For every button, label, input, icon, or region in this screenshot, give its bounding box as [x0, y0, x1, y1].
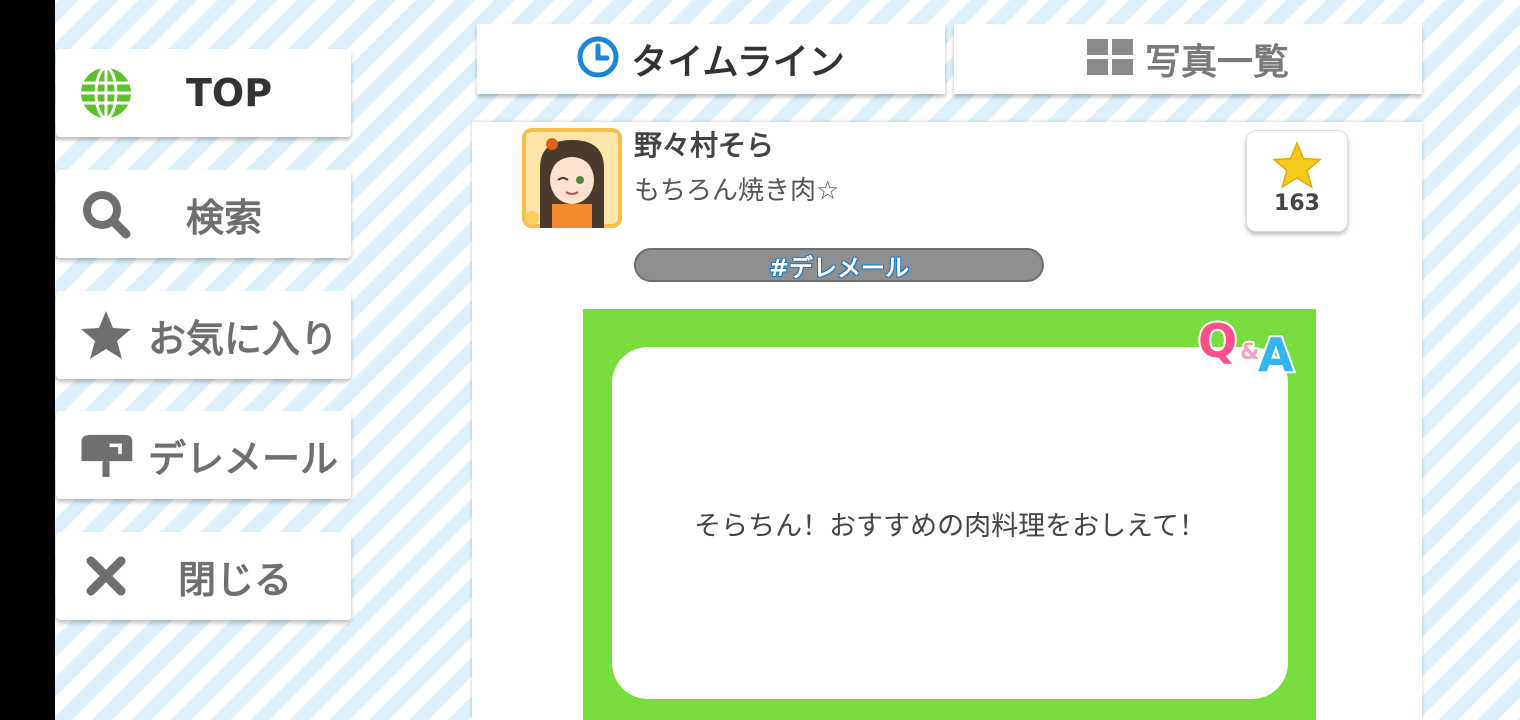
nav-search-button[interactable]: 検索 — [56, 170, 351, 258]
tab-timeline-label: タイムライン — [631, 42, 845, 83]
nav-deremail-label: デレメール — [148, 436, 339, 481]
nav-favorites-label: お気に入り — [148, 316, 339, 361]
avatar[interactable] — [522, 128, 622, 228]
qa-logo-a: A — [1258, 328, 1294, 377]
hashtag-tag[interactable]: #デレメール — [634, 248, 1044, 282]
star-icon — [78, 307, 134, 363]
grid-icon — [1086, 39, 1133, 79]
nav-search-label: 検索 — [186, 195, 263, 240]
timeline-post: 野々村そら もちろん焼き肉☆ 163 #デレメール そらちん！おすすめの肉料理を… — [472, 122, 1422, 720]
nav-top-label: TOP — [186, 71, 273, 115]
qa-card: そらちん！おすすめの肉料理をおしえて！ Q & A — [583, 309, 1316, 720]
clock-icon — [577, 36, 619, 82]
qa-logo: Q & A — [1196, 312, 1296, 377]
mailbox-icon — [78, 427, 134, 483]
nav-top-button[interactable]: TOP — [56, 49, 351, 137]
post-status-text: もちろん焼き肉☆ — [634, 176, 840, 206]
nav-favorites-button[interactable]: お気に入り — [56, 291, 351, 379]
qa-question-box: そらちん！おすすめの肉料理をおしえて！ — [612, 347, 1288, 699]
favorite-button[interactable]: 163 — [1246, 130, 1348, 232]
globe-icon — [78, 65, 134, 121]
nav-close-label: 閉じる — [178, 557, 293, 602]
star-icon — [1272, 141, 1322, 193]
tab-photos-label: 写真一覧 — [1144, 42, 1289, 83]
qa-logo-amp: & — [1240, 340, 1259, 365]
qa-logo-q: Q — [1198, 314, 1237, 368]
search-icon — [78, 186, 134, 242]
nav-close-button[interactable]: 閉じる — [56, 532, 351, 620]
qa-question-text: そらちん！おすすめの肉料理をおしえて！ — [694, 510, 1206, 542]
post-username: 野々村そら — [634, 129, 775, 162]
tab-timeline[interactable]: タイムライン — [477, 24, 945, 94]
favorite-count: 163 — [1274, 191, 1320, 216]
nav-deremail-button[interactable]: デレメール — [56, 411, 351, 499]
close-icon — [78, 548, 134, 604]
hashtag-label: #デレメール — [768, 253, 910, 282]
left-black-bar — [0, 0, 55, 720]
tab-photos[interactable]: 写真一覧 — [954, 24, 1422, 94]
